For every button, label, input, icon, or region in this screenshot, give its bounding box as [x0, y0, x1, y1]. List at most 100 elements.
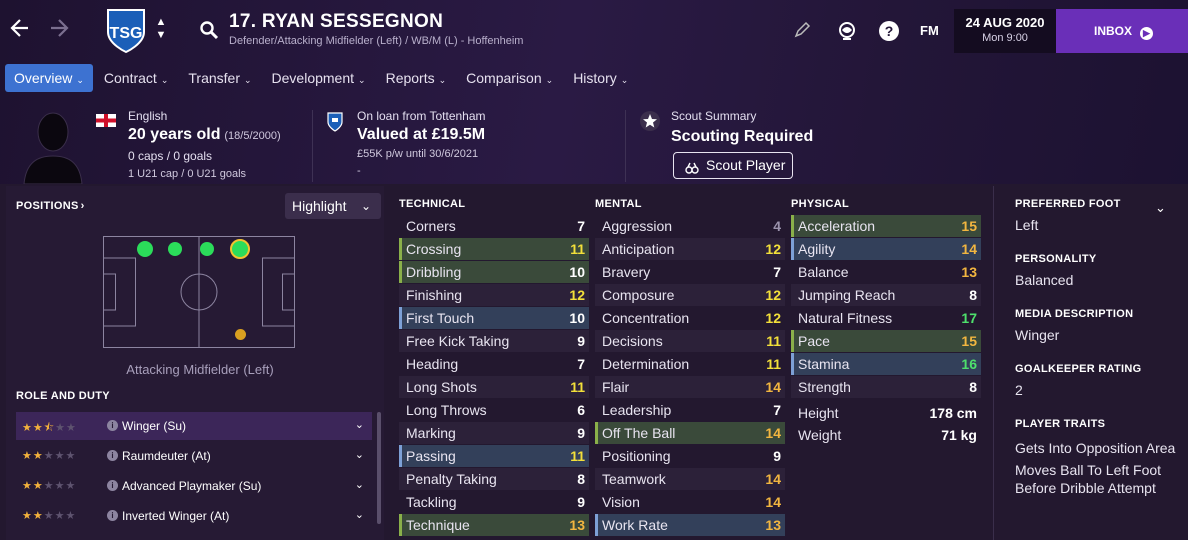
loan-status[interactable]: On loan from Tottenham [357, 109, 486, 123]
attribute-corners[interactable]: Corners 7 [399, 215, 589, 237]
attribute-penalty-taking[interactable]: Penalty Taking 8 [399, 468, 589, 490]
attribute-long-throws[interactable]: Long Throws 6 [399, 399, 589, 421]
globe-icon[interactable] [836, 20, 858, 42]
attribute-heading[interactable]: Heading 7 [399, 353, 589, 375]
attribute-work-rate[interactable]: Work Rate 13 [595, 514, 785, 536]
attribute-long-shots[interactable]: Long Shots 11 [399, 376, 589, 398]
role-row[interactable]: ★★★★★ i Inverted Winger (At) ⌄ [16, 502, 372, 530]
attribute-leadership[interactable]: Leadership 7 [595, 399, 785, 421]
chevron-right-icon: › [80, 200, 85, 212]
attribute-value: 10 [569, 264, 585, 280]
roles-scrollbar[interactable] [377, 412, 381, 524]
role-row[interactable]: ★★★★★ i Advanced Playmaker (Su) ⌄ [16, 472, 372, 500]
tab-contract[interactable]: Contract ⌄ [95, 64, 177, 92]
position-dot-ml[interactable] [200, 242, 214, 256]
tab-development[interactable]: Development ⌄ [263, 64, 375, 92]
attribute-balance[interactable]: Balance 13 [791, 261, 981, 283]
chevron-down-icon[interactable]: ⌄ [355, 508, 364, 521]
goalkeeper-rating-title: GOALKEEPER RATING [1015, 363, 1142, 375]
position-dot-amr[interactable] [235, 329, 246, 340]
attribute-first-touch[interactable]: First Touch 10 [399, 307, 589, 329]
position-dot-wbl[interactable] [168, 242, 182, 256]
tab-history[interactable]: History ⌄ [564, 64, 637, 92]
nationality: English [128, 109, 168, 123]
chevron-down-icon[interactable]: ⌄ [355, 478, 364, 491]
club-switch-chevrons-icon[interactable]: ▲ ▼ [154, 16, 168, 44]
date-display[interactable]: 24 AUG 2020 Mon 9:00 [954, 9, 1056, 53]
media-description-value: Winger [1015, 327, 1060, 343]
attribute-crossing[interactable]: Crossing 11 [399, 238, 589, 260]
attribute-value: 12 [765, 241, 781, 257]
chevron-down-icon[interactable]: ⌄ [355, 448, 364, 461]
attribute-bravery[interactable]: Bravery 7 [595, 261, 785, 283]
attribute-free-kick-taking[interactable]: Free Kick Taking 9 [399, 330, 589, 352]
back-arrow-icon[interactable] [6, 17, 32, 43]
attribute-aggression[interactable]: Aggression 4 [595, 215, 785, 237]
attribute-finishing[interactable]: Finishing 12 [399, 284, 589, 306]
attribute-name: Decisions [602, 333, 663, 349]
fm-logo[interactable]: FM [920, 23, 939, 38]
role-row[interactable]: ★★★★★ i Raumdeuter (At) ⌄ [16, 442, 372, 470]
tab-overview[interactable]: Overview ⌄ [5, 64, 93, 92]
tab-label: Development [271, 70, 355, 86]
search-icon[interactable] [199, 20, 219, 40]
attribute-composure[interactable]: Composure 12 [595, 284, 785, 306]
parent-club-crest-icon[interactable] [326, 112, 344, 135]
scout-player-button[interactable]: Scout Player [673, 152, 793, 179]
chevron-down-icon[interactable]: ⌄ [355, 418, 364, 431]
attribute-name: Technique [406, 517, 470, 533]
player-value: Valued at £19.5M [357, 126, 486, 143]
attribute-determination[interactable]: Determination 11 [595, 353, 785, 375]
attribute-technique[interactable]: Technique 13 [399, 514, 589, 536]
attribute-tackling[interactable]: Tackling 9 [399, 491, 589, 513]
player-name: 17. RYAN SESSEGNON [229, 11, 444, 32]
attribute-agility[interactable]: Agility 14 [791, 238, 981, 260]
pencil-icon[interactable] [791, 20, 813, 42]
attribute-anticipation[interactable]: Anticipation 12 [595, 238, 785, 260]
attribute-strength[interactable]: Strength 8 [791, 376, 981, 398]
goalkeeper-rating-value: 2 [1015, 382, 1023, 398]
attribute-value: 9 [577, 425, 585, 441]
forward-arrow-icon[interactable] [47, 17, 73, 43]
attribute-value: 9 [577, 494, 585, 510]
star-badge-icon [639, 110, 661, 135]
attribute-dribbling[interactable]: Dribbling 10 [399, 261, 589, 283]
england-flag-icon [96, 114, 116, 130]
inbox-button[interactable]: INBOX ▶ [1056, 9, 1188, 53]
attribute-value: 10 [569, 310, 585, 326]
attribute-vision[interactable]: Vision 14 [595, 491, 785, 513]
attribute-teamwork[interactable]: Teamwork 14 [595, 468, 785, 490]
attribute-passing[interactable]: Passing 11 [399, 445, 589, 467]
attribute-flair[interactable]: Flair 14 [595, 376, 785, 398]
info-icon[interactable]: i [107, 450, 118, 461]
role-row[interactable]: ★★⯪★★ i Winger (Su) ⌄ [16, 412, 372, 440]
attribute-value: 7 [773, 264, 781, 280]
attribute-stamina[interactable]: Stamina 16 [791, 353, 981, 375]
help-icon[interactable]: ? [878, 20, 900, 42]
positions-title[interactable]: POSITIONS › [16, 200, 85, 212]
chevron-down-icon[interactable]: ⌄ [1155, 200, 1166, 216]
attribute-concentration[interactable]: Concentration 12 [595, 307, 785, 329]
attribute-acceleration[interactable]: Acceleration 15 [791, 215, 981, 237]
position-dot-aml[interactable] [230, 239, 250, 259]
attribute-positioning[interactable]: Positioning 9 [595, 445, 785, 467]
info-icon[interactable]: i [107, 480, 118, 491]
attribute-name: Agility [798, 241, 836, 257]
attribute-value: 11 [570, 241, 585, 257]
info-icon[interactable]: i [107, 420, 118, 431]
attribute-name: Composure [602, 287, 675, 303]
attribute-pace[interactable]: Pace 15 [791, 330, 981, 352]
info-icon[interactable]: i [107, 510, 118, 521]
tab-reports[interactable]: Reports ⌄ [377, 64, 456, 92]
attribute-off-the-ball[interactable]: Off The Ball 14 [595, 422, 785, 444]
attribute-natural-fitness[interactable]: Natural Fitness 17 [791, 307, 981, 329]
highlight-dropdown[interactable]: Highlight ⌄ [285, 193, 381, 219]
attribute-marking[interactable]: Marking 9 [399, 422, 589, 444]
attribute-decisions[interactable]: Decisions 11 [595, 330, 785, 352]
attribute-value: 13 [569, 517, 585, 533]
club-crest-icon[interactable]: TSG [104, 8, 148, 54]
tab-comparison[interactable]: Comparison ⌄ [457, 64, 562, 92]
position-dot-dl[interactable] [137, 241, 153, 257]
tab-transfer[interactable]: Transfer ⌄ [179, 64, 260, 92]
attribute-jumping-reach[interactable]: Jumping Reach 8 [791, 284, 981, 306]
